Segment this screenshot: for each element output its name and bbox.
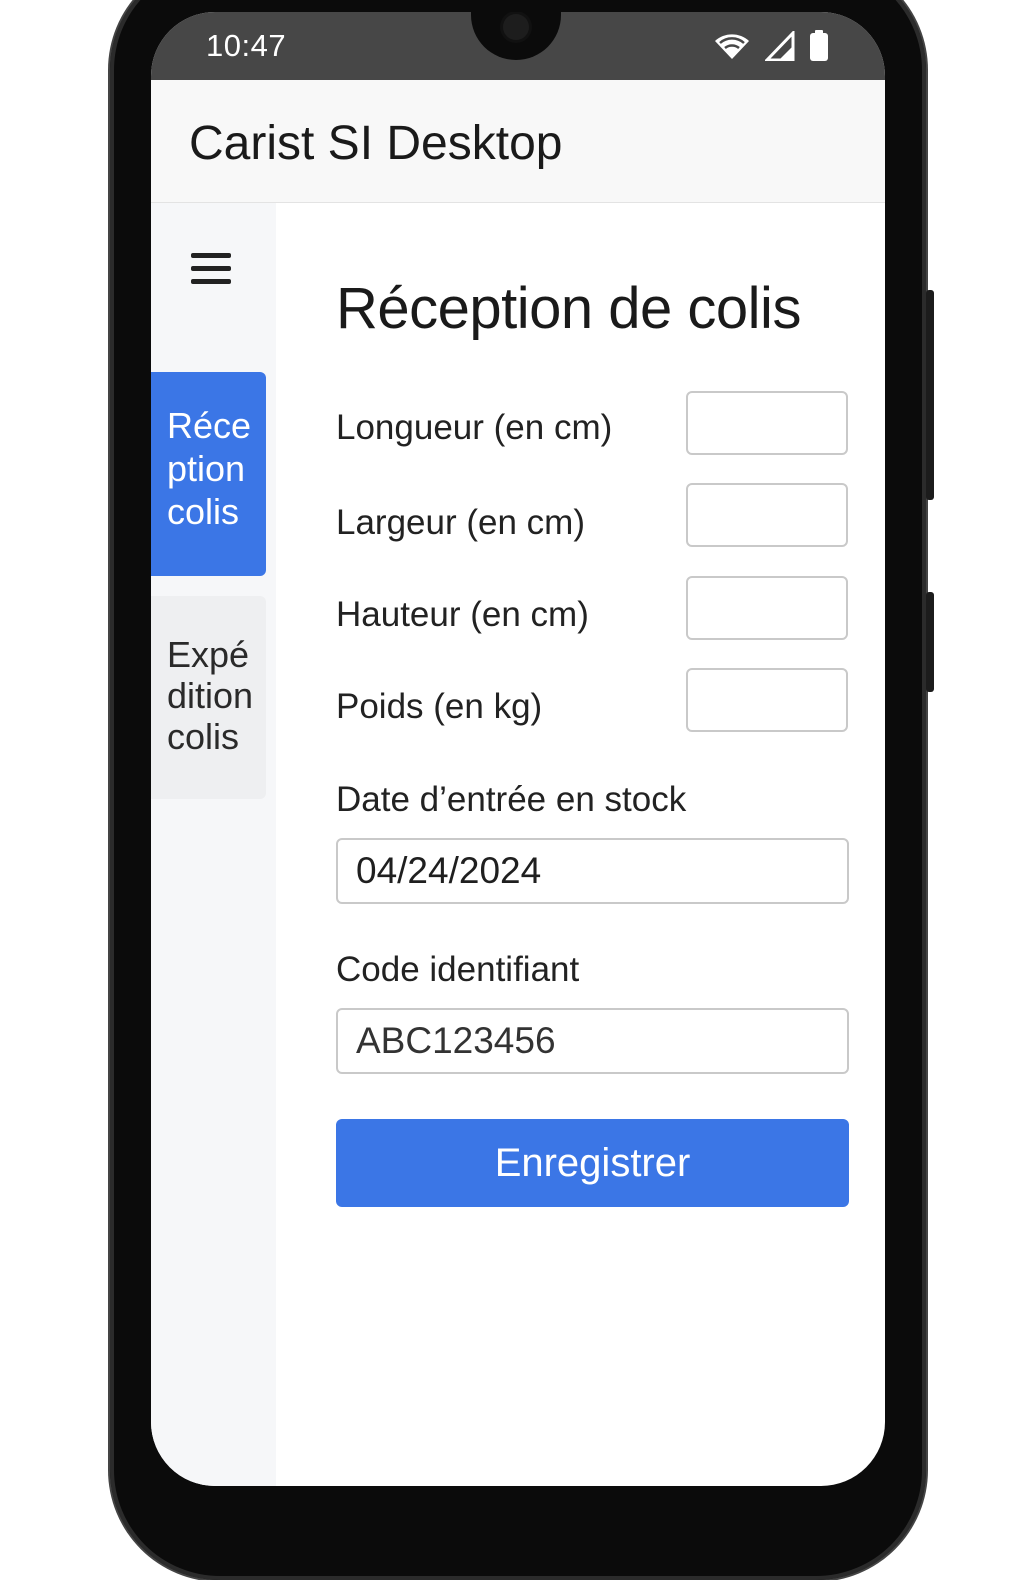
volume-button — [926, 592, 934, 692]
page-title: Réception de colis — [336, 276, 801, 341]
length-input[interactable] — [686, 391, 848, 455]
stock-date-input[interactable] — [336, 838, 849, 904]
status-time: 10:47 — [206, 28, 287, 63]
front-camera-icon — [503, 14, 529, 40]
app-title: Carist SI Desktop — [189, 117, 563, 170]
weight-label: Poids (en kg) — [336, 687, 543, 726]
battery-icon — [810, 30, 828, 61]
status-bar: 10:47 — [151, 12, 885, 80]
hamburger-menu-icon[interactable] — [191, 253, 231, 285]
sidebar: Réception colis Expédition colis — [151, 203, 276, 1486]
code-input[interactable] — [336, 1008, 849, 1074]
code-label: Code identifiant — [336, 950, 580, 989]
stock-date-label: Date d’entrée en stock — [336, 780, 687, 819]
height-input[interactable] — [686, 576, 848, 640]
length-label: Longueur (en cm) — [336, 408, 613, 447]
app-header: Carist SI Desktop — [151, 80, 885, 203]
height-label: Hauteur (en cm) — [336, 595, 589, 634]
width-input[interactable] — [686, 483, 848, 547]
width-label: Largeur (en cm) — [336, 503, 585, 542]
weight-input[interactable] — [686, 668, 848, 732]
wifi-icon — [715, 34, 749, 59]
phone-screen: 10:47 Carist SI Desktop Réception colis … — [151, 12, 885, 1486]
save-button[interactable]: Enregistrer — [336, 1119, 849, 1207]
power-button — [926, 290, 934, 500]
cellular-signal-icon — [765, 31, 795, 61]
sidebar-item-reception[interactable]: Réception colis — [151, 372, 266, 576]
sidebar-item-expedition[interactable]: Expédition colis — [151, 596, 266, 799]
